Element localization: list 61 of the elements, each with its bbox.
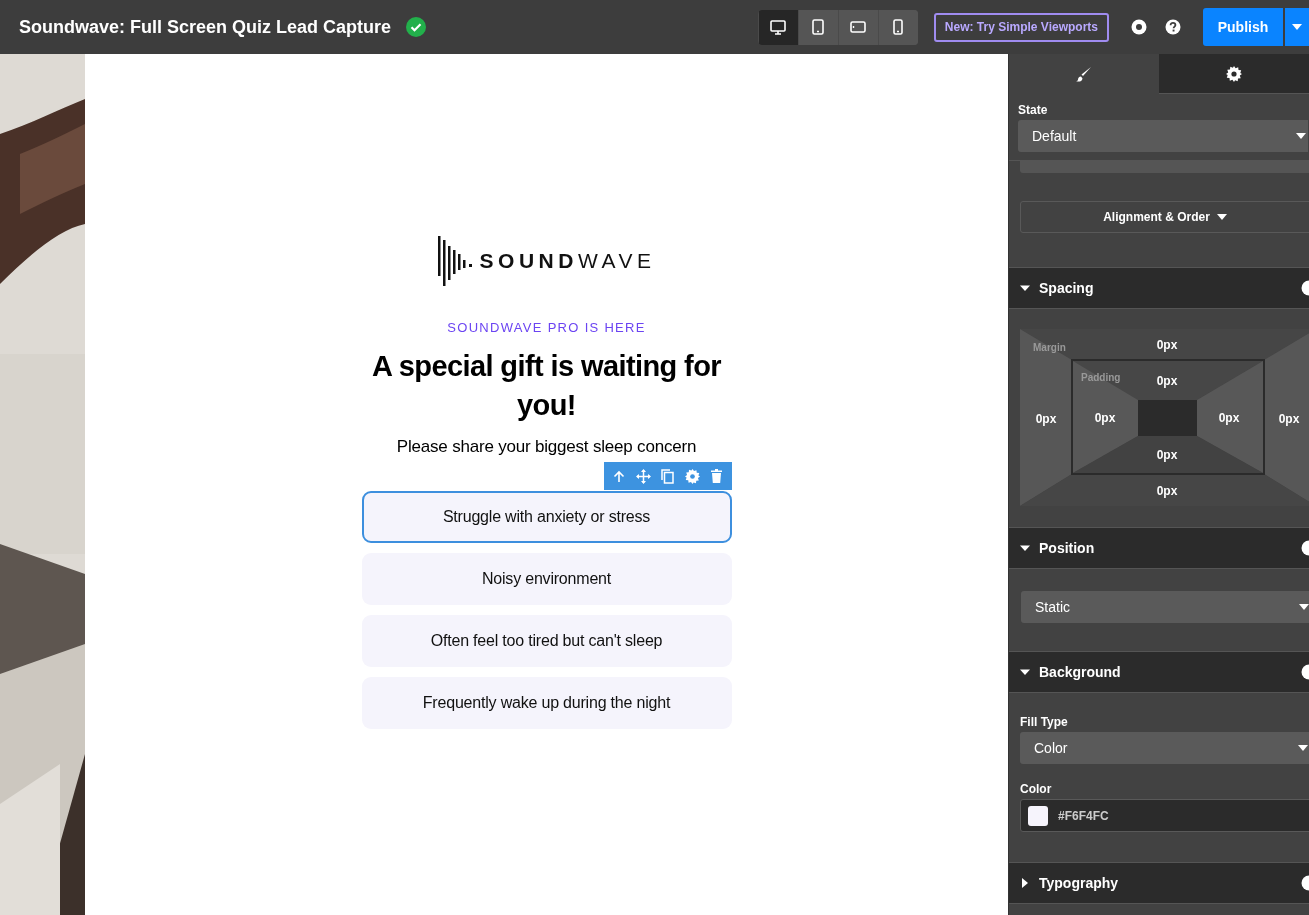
color-swatch[interactable] <box>1028 805 1048 826</box>
color-field[interactable]: #F6F4FC <box>1020 799 1309 832</box>
trash-icon[interactable] <box>711 469 723 483</box>
margin-value[interactable]: 0px <box>1035 412 1057 426</box>
monitor-icon <box>770 19 787 35</box>
section-header[interactable]: Position <box>1009 528 1309 569</box>
viewport-button[interactable] <box>757 9 798 45</box>
copy-icon[interactable] <box>661 468 675 484</box>
question-text: Please share your biggest sleep concern <box>396 437 697 457</box>
project-title: Soundwave: Full Screen Quiz Lead Capture <box>19 16 392 38</box>
help-icon[interactable] <box>1301 280 1309 296</box>
answer-option[interactable]: Struggle with anxiety or stress <box>361 491 732 543</box>
move-icon[interactable] <box>635 468 651 484</box>
paintbrush-icon <box>1076 65 1092 82</box>
settings-icon <box>1226 65 1242 82</box>
section-header[interactable]: Typography <box>1009 863 1309 904</box>
margin-label: Margin <box>1033 342 1066 353</box>
padding-value[interactable]: 0px <box>1156 448 1178 462</box>
tablet-icon <box>812 19 825 35</box>
padding-value[interactable]: 0px <box>1156 374 1178 388</box>
help-icon[interactable] <box>1301 875 1309 891</box>
help-icon[interactable] <box>1301 540 1309 556</box>
dropdown[interactable]: Color <box>1020 732 1309 764</box>
section-header[interactable]: Spacing <box>1009 268 1309 309</box>
answer-option[interactable]: Noisy environment <box>361 553 732 605</box>
brand-name: SOUNDWAVE <box>479 249 656 273</box>
caret-icon <box>1216 214 1227 220</box>
caret-icon <box>1292 24 1302 30</box>
alignment-button[interactable]: Alignment & Order <box>1020 201 1309 233</box>
phone-icon <box>893 19 904 35</box>
panel-tab[interactable] <box>1159 54 1309 94</box>
soundwave-logo-icon <box>437 236 474 286</box>
settings-icon[interactable] <box>685 468 701 484</box>
tablet-landscape-icon <box>850 21 867 33</box>
arrow-up-icon[interactable] <box>612 469 625 483</box>
field-label: Color <box>1020 782 1053 796</box>
heading: A special gift is waiting for you! <box>371 349 722 423</box>
dropdown[interactable]: Default <box>1018 120 1308 152</box>
dropdown[interactable]: Static <box>1021 591 1309 623</box>
eyebrow-text: SOUNDWAVE PRO IS HERE <box>447 320 646 335</box>
section-header[interactable]: Background <box>1009 652 1309 693</box>
padding-value[interactable]: 0px <box>1094 411 1116 425</box>
margin-value[interactable]: 0px <box>1156 484 1178 498</box>
help-icon[interactable] <box>1301 664 1309 680</box>
promo-button[interactable]: New: Try Simple Viewports <box>933 12 1109 42</box>
caret-icon <box>1298 745 1308 751</box>
publish-button[interactable]: Publish <box>1203 8 1283 46</box>
record-icon[interactable] <box>1131 19 1147 35</box>
caret-icon <box>1296 133 1306 139</box>
viewport-button[interactable] <box>877 9 918 45</box>
margin-value[interactable]: 0px <box>1156 338 1178 352</box>
padding-value[interactable]: 0px <box>1218 411 1240 425</box>
margin-value[interactable]: 0px <box>1278 412 1300 426</box>
answer-option[interactable]: Frequently wake up during the night <box>361 677 732 729</box>
padding-label: Padding <box>1081 372 1121 383</box>
help-icon[interactable] <box>1165 19 1181 35</box>
field-label: State <box>1018 103 1049 117</box>
publish-menu-button[interactable] <box>1285 8 1309 46</box>
caret-icon <box>1299 604 1309 610</box>
field-label: Fill Type <box>1020 715 1069 729</box>
answer-option[interactable]: Often feel too tired but can't sleep <box>361 615 732 667</box>
